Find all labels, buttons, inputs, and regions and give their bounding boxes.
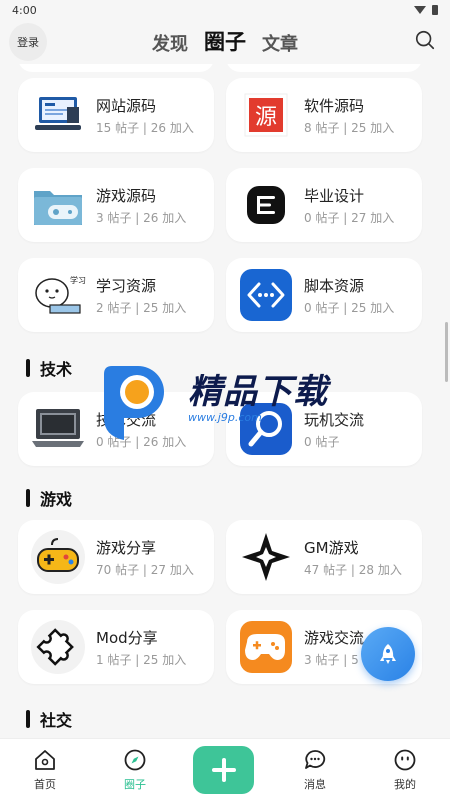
circle-card-graduation-design[interactable]: 毕业设计 0 帖子 | 27 加入 xyxy=(226,168,422,242)
circle-card-game-source[interactable]: 游戏源码 3 帖子 | 26 加入 xyxy=(18,168,214,242)
section-header-social: 社交 xyxy=(26,707,72,731)
wifi-icon xyxy=(414,6,426,14)
battery-icon xyxy=(432,5,438,15)
section-bar xyxy=(26,710,30,728)
scrollbar[interactable] xyxy=(445,322,448,382)
svg-text:源: 源 xyxy=(255,105,277,130)
circle-meta: 0 帖子 | 27 加入 xyxy=(304,210,395,225)
section-title: 游戏 xyxy=(40,490,73,509)
circle-meta: 3 帖子 | 5 xyxy=(304,652,359,667)
circle-name: 软件源码 xyxy=(304,96,365,115)
graduation-design-icon xyxy=(238,177,294,233)
circle-card-script-resource[interactable]: 脚本资源 0 帖子 | 25 加入 xyxy=(226,258,422,332)
section-bar xyxy=(26,359,30,377)
circle-meta: 47 帖子 | 28 加入 xyxy=(304,562,402,577)
circle-meta: 0 帖子 | 25 加入 xyxy=(304,300,395,315)
nav-label: 消息 xyxy=(304,778,326,791)
section-title: 技术 xyxy=(40,360,73,379)
circle-card-mod-share[interactable]: Mod分享 1 帖子 | 25 加入 xyxy=(18,610,214,684)
home-icon xyxy=(35,750,55,770)
nav-circles[interactable]: 圈子 xyxy=(90,739,180,800)
status-icons xyxy=(414,5,438,15)
compass-icon xyxy=(124,749,146,771)
partial-card xyxy=(18,64,214,72)
partial-card xyxy=(226,64,422,72)
nav-label: 首页 xyxy=(34,778,56,791)
website-source-icon xyxy=(30,87,86,143)
script-resource-icon xyxy=(238,267,294,323)
circle-name: 网站源码 xyxy=(96,96,157,115)
watermark-url: www.j9p.com xyxy=(188,411,262,424)
watermark-logo-icon xyxy=(104,366,164,440)
tab-discover[interactable]: 发现 xyxy=(152,30,188,56)
circle-name: 脚本资源 xyxy=(304,276,365,295)
circle-meta: 1 帖子 | 25 加入 xyxy=(96,652,187,667)
rocket-fab-button[interactable] xyxy=(361,627,415,681)
nav-profile[interactable]: 我的 xyxy=(360,739,450,800)
circle-name: 学习资源 xyxy=(96,276,157,295)
circle-meta: 70 帖子 | 27 加入 xyxy=(96,562,194,577)
nav-label: 圈子 xyxy=(124,778,146,791)
watermark-overlay: 精品下载 www.j9p.com xyxy=(100,364,360,444)
section-header-game: 游戏 xyxy=(26,486,72,510)
smiley-icon xyxy=(394,749,416,771)
circle-meta: 8 帖子 | 25 加入 xyxy=(304,120,395,135)
plus-icon xyxy=(211,758,236,782)
game-chat-icon xyxy=(238,619,294,675)
chat-bubble-icon xyxy=(305,750,326,769)
circle-card-software-source[interactable]: 源 软件源码 8 帖子 | 25 加入 xyxy=(226,78,422,152)
status-time: 4:00 xyxy=(12,3,37,17)
circle-meta: 3 帖子 | 26 加入 xyxy=(96,210,187,225)
circle-name: 游戏交流 xyxy=(304,628,365,647)
top-tabs: 发现 圈子 文章 xyxy=(0,28,450,56)
svg-text:学习: 学习 xyxy=(70,275,86,285)
laptop-icon xyxy=(30,401,86,457)
section-bar xyxy=(26,489,30,507)
circle-meta: 2 帖子 | 25 加入 xyxy=(96,300,187,315)
circle-name: 毕业设计 xyxy=(304,186,365,205)
status-bar: 4:00 xyxy=(0,0,450,20)
add-post-button[interactable] xyxy=(193,746,254,794)
circle-name: 游戏分享 xyxy=(96,538,157,557)
software-source-icon: 源 xyxy=(238,87,294,143)
circle-card-study-resource[interactable]: 学习 学习资源 2 帖子 | 25 加入 xyxy=(18,258,214,332)
tab-circles[interactable]: 圈子 xyxy=(204,26,246,56)
circle-name: GM游戏 xyxy=(304,538,359,557)
section-title: 社交 xyxy=(40,711,73,730)
circle-card-website-source[interactable]: 网站源码 15 帖子 | 26 加入 xyxy=(18,78,214,152)
circle-name: 游戏源码 xyxy=(96,186,157,205)
puzzle-icon xyxy=(30,619,86,675)
nav-messages[interactable]: 消息 xyxy=(270,739,360,800)
circle-card-game-share[interactable]: 游戏分享 70 帖子 | 27 加入 xyxy=(18,520,214,594)
header: 登录 发现 圈子 文章 xyxy=(0,20,450,64)
nav-home[interactable]: 首页 xyxy=(0,739,90,800)
nav-label: 我的 xyxy=(394,778,416,791)
study-resource-icon: 学习 xyxy=(30,267,86,323)
circle-name: Mod分享 xyxy=(96,628,158,647)
game-source-icon xyxy=(30,177,86,233)
circle-meta: 15 帖子 | 26 加入 xyxy=(96,120,194,135)
watermark-text: 精品下载 xyxy=(188,372,328,412)
tab-articles[interactable]: 文章 xyxy=(262,30,298,56)
rocket-icon xyxy=(380,644,396,664)
gm-game-icon xyxy=(238,529,294,585)
section-header-tech: 技术 xyxy=(26,356,72,380)
search-icon[interactable] xyxy=(414,29,436,51)
circle-card-gm-game[interactable]: GM游戏 47 帖子 | 28 加入 xyxy=(226,520,422,594)
gamepad-icon xyxy=(30,529,86,585)
